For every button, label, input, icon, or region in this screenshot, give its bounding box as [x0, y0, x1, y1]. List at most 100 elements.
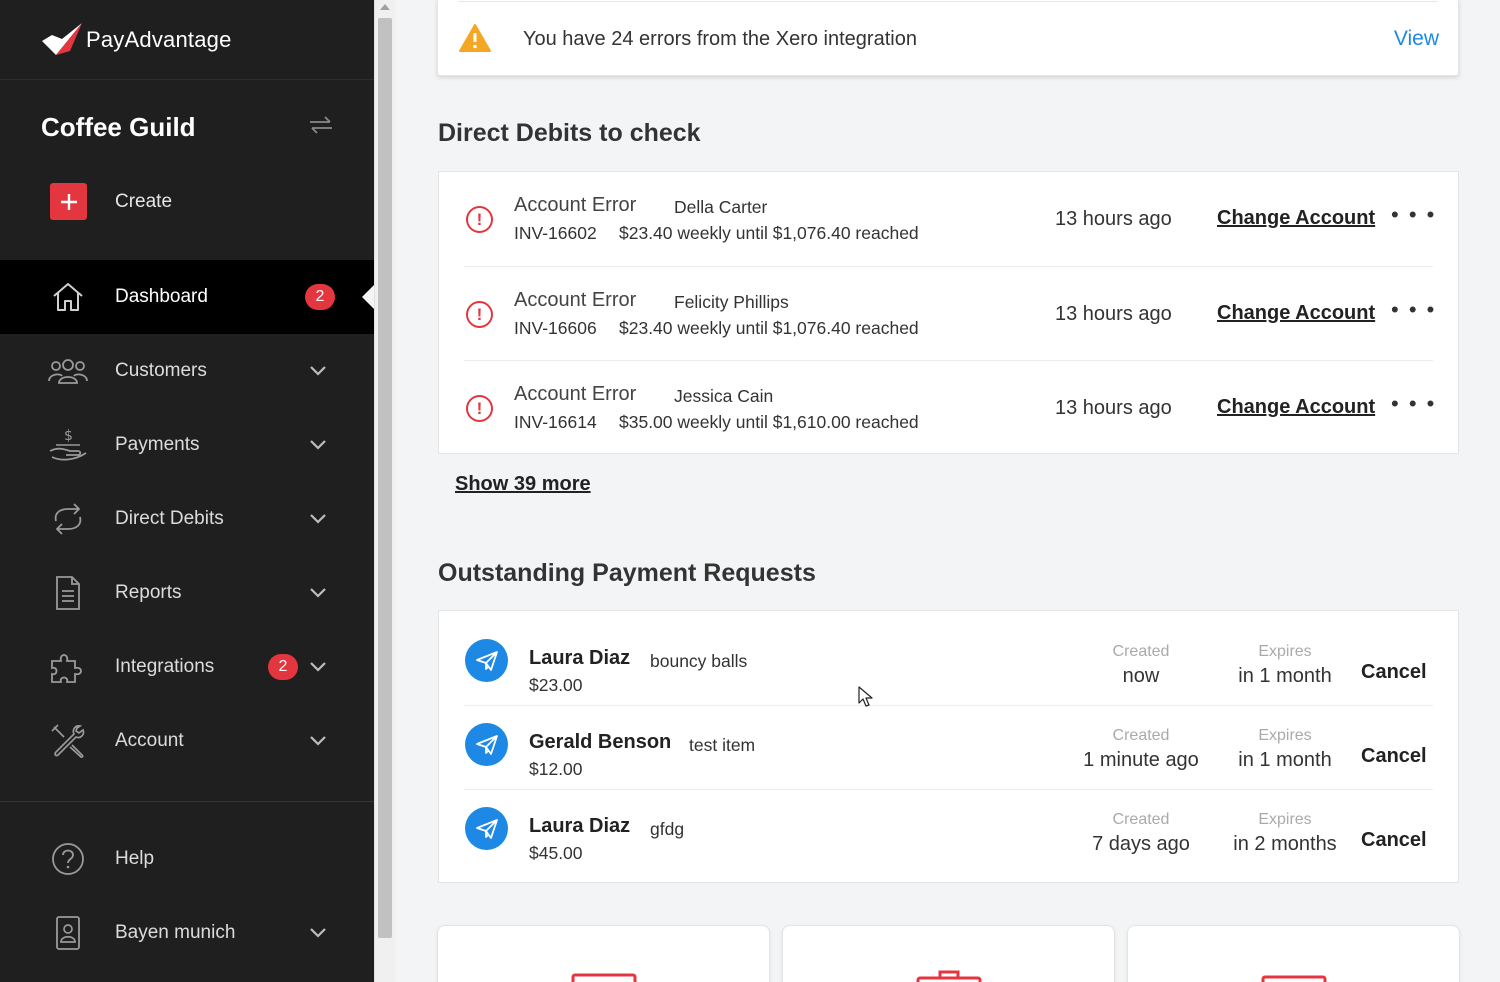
notification-badge: 2: [268, 654, 298, 680]
list-item: Gerald Benson test item $12.00 Created 1…: [439, 703, 1458, 787]
org-name: Coffee Guild: [41, 112, 196, 142]
view-errors-link[interactable]: View: [1394, 27, 1439, 51]
chevron-down-icon[interactable]: [306, 433, 330, 457]
document-card-icon: [1261, 974, 1327, 982]
sidebar-item-dashboard[interactable]: Dashboard 2: [0, 260, 374, 334]
sidebar-item-label: Customers: [115, 360, 207, 381]
created-value: 7 days ago: [1092, 833, 1190, 855]
error-icon: !: [466, 206, 493, 233]
cancel-button[interactable]: Cancel: [1361, 745, 1427, 768]
user-badge-icon: [48, 915, 88, 951]
created-label: Created: [1112, 727, 1170, 744]
created-label: Created: [1112, 643, 1170, 660]
show-more-link[interactable]: Show 39 more: [455, 473, 591, 496]
invoice-number: INV-16614: [514, 412, 597, 432]
customer-name: Jessica Cain: [674, 386, 774, 406]
request-amount: $45.00: [529, 843, 583, 863]
list-item: ! Account Error Jessica Cain INV-16614 $…: [439, 361, 1458, 455]
change-account-link[interactable]: Change Account: [1217, 396, 1375, 419]
sidebar-item-customers[interactable]: Customers: [0, 334, 374, 408]
sidebar-item-label: Account: [115, 730, 184, 751]
sidebar-item-account[interactable]: Account: [0, 704, 374, 778]
users-icon: [48, 353, 88, 389]
timestamp: 13 hours ago: [1055, 397, 1172, 419]
briefcase-icon: [916, 968, 982, 982]
swap-icon[interactable]: [308, 114, 334, 142]
request-amount: $12.00: [529, 759, 583, 779]
more-options-icon[interactable]: • • •: [1391, 391, 1436, 417]
sidebar-item-payments[interactable]: $ Payments: [0, 408, 374, 482]
change-account-link[interactable]: Change Account: [1217, 302, 1375, 325]
customer-name: Della Carter: [674, 197, 768, 217]
card-icon: [571, 972, 637, 982]
sidebar-item-label: Help: [115, 848, 155, 869]
cancel-button[interactable]: Cancel: [1361, 829, 1427, 852]
scroll-up-icon[interactable]: [380, 4, 390, 10]
invoice-number: INV-16602: [514, 223, 597, 243]
send-icon: [465, 639, 508, 682]
alert-message: You have 24 errors from the Xero integra…: [523, 28, 917, 50]
customer-name: Felicity Phillips: [674, 292, 789, 312]
create-button[interactable]: Create: [50, 183, 172, 220]
help-icon: [48, 841, 88, 877]
mouse-cursor-icon: [858, 686, 874, 713]
created-column: Created 7 days ago: [1079, 811, 1203, 856]
payment-requests-title: Outstanding Payment Requests: [438, 559, 816, 587]
chevron-down-icon[interactable]: [306, 507, 330, 531]
cancel-button[interactable]: Cancel: [1361, 661, 1427, 684]
list-item: ! Account Error Felicity Phillips INV-16…: [439, 267, 1458, 361]
error-type: Account Error: [514, 194, 637, 216]
sidebar-item-help[interactable]: Help: [0, 822, 374, 896]
debit-amount: $23.40 weekly until $1,076.40 reached: [619, 318, 919, 338]
error-type: Account Error: [514, 383, 637, 405]
customer-name: Laura Diaz: [529, 815, 631, 837]
change-account-link[interactable]: Change Account: [1217, 207, 1375, 230]
expires-value: in 1 month: [1238, 749, 1332, 771]
quick-action-card[interactable]: [1127, 925, 1460, 982]
notification-badge: 2: [305, 284, 335, 310]
warning-icon: [458, 23, 492, 58]
chevron-down-icon[interactable]: [306, 581, 330, 605]
scroll-thumb[interactable]: [378, 18, 392, 938]
sidebar-item-label: Reports: [115, 582, 182, 603]
tools-icon: [48, 723, 88, 759]
sidebar-item-label: Integrations: [115, 656, 215, 677]
sidebar-item-reports[interactable]: Reports: [0, 556, 374, 630]
expires-label: Expires: [1258, 643, 1312, 660]
chevron-down-icon[interactable]: [306, 921, 330, 945]
created-value: now: [1122, 665, 1160, 687]
plus-icon: [50, 183, 87, 220]
expires-column: Expires in 1 month: [1225, 643, 1345, 688]
sidebar-item-label: Dashboard: [115, 286, 208, 307]
sidebar-scrollbar[interactable]: [374, 0, 395, 982]
customer-name: Laura Diaz: [529, 647, 631, 669]
direct-debits-list: ! Account Error Della Carter INV-16602 $…: [438, 171, 1459, 454]
logo-mark-icon: [40, 21, 84, 59]
item-description: gfdg: [650, 819, 685, 839]
sidebar-item-direct-debits[interactable]: Direct Debits: [0, 482, 374, 556]
expires-value: in 1 month: [1238, 665, 1332, 687]
timestamp: 13 hours ago: [1055, 208, 1172, 230]
sidebar-item-label: Payments: [115, 434, 200, 455]
puzzle-icon: [48, 649, 88, 685]
sidebar-item-user[interactable]: Bayen munich: [0, 896, 374, 970]
expires-column: Expires in 1 month: [1225, 727, 1345, 772]
more-options-icon[interactable]: • • •: [1391, 297, 1436, 323]
created-value: 1 minute ago: [1083, 749, 1199, 771]
divider: [458, 1, 1438, 2]
list-item: ! Account Error Della Carter INV-16602 $…: [439, 172, 1458, 266]
logo[interactable]: PayAdvantage: [0, 0, 374, 80]
chevron-down-icon[interactable]: [306, 359, 330, 383]
error-type: Account Error: [514, 289, 637, 311]
brand-name: PayAdvantage: [86, 26, 232, 52]
main-nav: Dashboard 2 Customers $ Payments Direct …: [0, 260, 374, 778]
sidebar-item-integrations[interactable]: Integrations 2: [0, 630, 374, 704]
more-options-icon[interactable]: • • •: [1391, 202, 1436, 228]
chevron-down-icon[interactable]: [306, 729, 330, 753]
item-description: bouncy balls: [650, 651, 748, 671]
quick-action-card[interactable]: [437, 925, 770, 982]
chevron-down-icon[interactable]: [306, 655, 330, 679]
created-column: Created 1 minute ago: [1069, 727, 1213, 772]
quick-action-card[interactable]: [782, 925, 1115, 982]
created-label: Created: [1112, 811, 1170, 828]
